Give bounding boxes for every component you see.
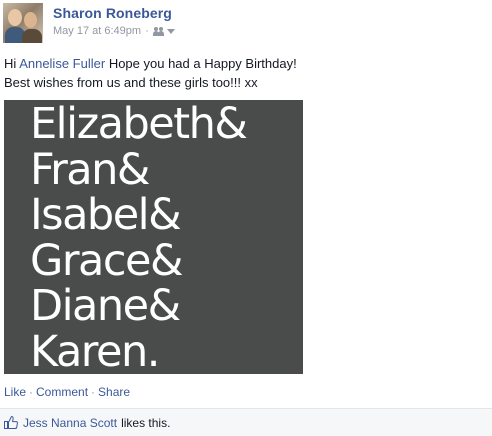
photo-text-line: Karen. (30, 326, 160, 377)
comment-link[interactable]: Comment (36, 385, 88, 399)
post-photo[interactable]: Elizabeth& Fran& Isabel& Grace& Diane& K… (4, 100, 303, 374)
photo-text-line: Fran& (30, 144, 150, 195)
photo-text-line: Grace& (30, 235, 183, 286)
message-text: Hope you had a Happy Birthday! (108, 56, 297, 71)
action-separator: · (29, 385, 34, 399)
message-line-1: Hi Annelise Fuller Hope you had a Happy … (4, 54, 297, 73)
avatar-figure (22, 29, 42, 43)
likes-suffix: likes this. (121, 415, 171, 430)
likes-summary: Jess Nanna Scott likes this. (0, 408, 492, 436)
photo-text-line: Diane& (30, 281, 181, 331)
post-actions: Like · Comment · Share (4, 385, 130, 399)
chevron-down-icon[interactable] (166, 28, 175, 34)
photo-text-line: Elizabeth& (30, 99, 248, 149)
message-greeting: Hi (4, 56, 17, 71)
friends-icon[interactable] (152, 26, 165, 36)
post-message: Hi Annelise Fuller Hope you had a Happy … (4, 54, 297, 92)
post-container: Sharon Roneberg May 17 at 6:49pm · Hi An… (0, 0, 492, 436)
photo-text-line: Isabel& (30, 190, 182, 240)
avatar-face (24, 12, 37, 28)
author-name[interactable]: Sharon Roneberg (53, 5, 172, 21)
liker-name[interactable]: Jess Nanna Scott (23, 416, 117, 430)
meta-separator: · (145, 25, 149, 37)
mention-link[interactable]: Annelise Fuller (19, 56, 105, 71)
share-link[interactable]: Share (98, 385, 130, 399)
avatar[interactable] (3, 3, 43, 43)
like-link[interactable]: Like (4, 385, 26, 399)
post-timestamp[interactable]: May 17 at 6:49pm (53, 25, 141, 37)
thumbs-up-icon[interactable] (4, 416, 18, 429)
avatar-face (8, 9, 22, 26)
message-line-2: Best wishes from us and these girls too!… (4, 75, 258, 90)
action-separator: · (91, 385, 96, 399)
post-meta: May 17 at 6:49pm · (53, 25, 175, 37)
